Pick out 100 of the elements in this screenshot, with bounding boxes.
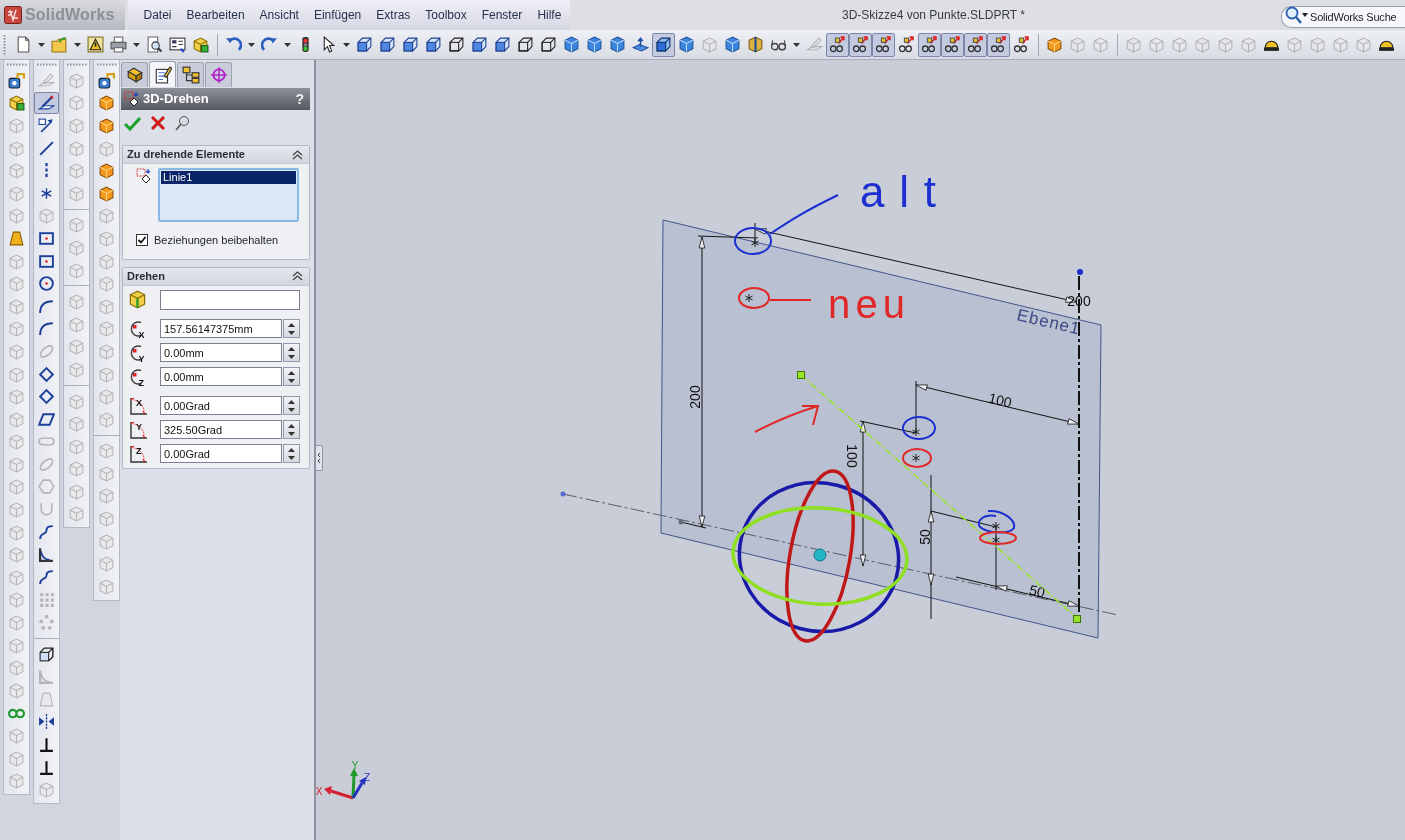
- block-icon: [98, 275, 115, 293]
- glasses-arrow-icon: [852, 36, 869, 53]
- block-icon: [98, 464, 115, 482]
- splitter-handle[interactable]: [316, 445, 323, 471]
- cube-icon: [563, 36, 580, 53]
- circle-icon: [38, 275, 55, 293]
- number-field[interactable]: 157.56147375mm: [160, 319, 282, 338]
- menu-item[interactable]: Hilfe: [529, 3, 569, 27]
- spinner-button[interactable]: [283, 343, 300, 362]
- number-field[interactable]: 325.50Grad: [160, 420, 282, 439]
- block-icon: [8, 275, 25, 293]
- block-icon: [8, 478, 25, 496]
- block-icon: [68, 315, 85, 333]
- handwritten-note: alt: [860, 167, 936, 216]
- spinner-button[interactable]: [283, 367, 300, 386]
- sketch-point-icon: [912, 453, 920, 463]
- block-icon: [98, 442, 115, 460]
- block-icon: [98, 410, 115, 428]
- menu-item[interactable]: Bearbeiten: [179, 3, 253, 27]
- cross-icon[interactable]: [151, 116, 165, 130]
- toolbar-button[interactable]: [941, 32, 964, 57]
- solid-block-icon: [1046, 36, 1063, 53]
- toolbar-button[interactable]: [652, 32, 675, 57]
- block-icon: [68, 392, 85, 410]
- block-icon: [1171, 36, 1188, 53]
- block-icon: [68, 360, 85, 378]
- spinner-button[interactable]: [283, 319, 300, 338]
- menu-item[interactable]: Fenster: [474, 3, 530, 27]
- toolbar-button[interactable]: [826, 32, 849, 57]
- spinner-button[interactable]: [283, 396, 300, 415]
- grip-icon[interactable]: [96, 63, 117, 66]
- panel-tab[interactable]: [177, 62, 204, 87]
- grip-icon[interactable]: [3, 34, 6, 55]
- caret-icon: [793, 42, 800, 47]
- triad-center-icon: [813, 548, 827, 562]
- menu-item[interactable]: Ansicht: [252, 3, 307, 27]
- plane-label: Ebene1: [1015, 305, 1083, 339]
- toolbar-button[interactable]: [918, 32, 941, 57]
- toolbar-button[interactable]: [964, 32, 987, 57]
- block-icon: [8, 636, 25, 654]
- selection-list[interactable]: Linie1: [158, 168, 299, 222]
- number-field[interactable]: 0.00mm: [160, 343, 282, 362]
- block-icon: [68, 505, 85, 523]
- toolbar-button[interactable]: [872, 32, 895, 57]
- document-icon: [15, 36, 32, 53]
- block-icon: [68, 139, 85, 157]
- ink-arrow: [754, 405, 820, 433]
- redo-icon: [261, 36, 278, 53]
- block-icon: [98, 207, 115, 225]
- toolbar-button[interactable]: [987, 32, 1010, 57]
- block-icon: [68, 238, 85, 256]
- search-field[interactable]: SolidWorks Suche: [1281, 6, 1405, 28]
- view-cube-icon: [494, 36, 511, 53]
- grip-icon[interactable]: [36, 63, 57, 66]
- up-down-arrows-icon: [288, 447, 295, 460]
- number-field[interactable]: 0.00Grad: [160, 396, 282, 415]
- spinner-button[interactable]: [283, 420, 300, 439]
- spinner-button[interactable]: [283, 444, 300, 463]
- selection-diamond-icon: [124, 90, 141, 108]
- grip-icon[interactable]: [66, 63, 87, 66]
- wireframe-cube-icon: [540, 36, 557, 53]
- perpendicular-icon: [38, 736, 55, 753]
- panel-tab[interactable]: [149, 61, 176, 87]
- cube-outline-icon: [38, 645, 55, 663]
- block-icon: [68, 162, 85, 180]
- pushpin-icon[interactable]: [175, 115, 190, 131]
- list-item[interactable]: Linie1: [161, 171, 296, 184]
- point-icon: [1077, 269, 1083, 275]
- number-field[interactable]: 0.00mm: [160, 367, 282, 386]
- block-icon: [98, 320, 115, 338]
- panel-tab[interactable]: [121, 62, 148, 87]
- menu-item[interactable]: Toolbox: [417, 3, 475, 27]
- cube-icon: [609, 36, 626, 53]
- toolbar-button[interactable]: [34, 91, 59, 115]
- block-icon: [8, 659, 25, 677]
- checkbox[interactable]: [136, 234, 148, 247]
- collapse-chevron-icon[interactable]: [292, 271, 303, 281]
- collapse-chevron-icon[interactable]: [292, 149, 303, 160]
- check-icon[interactable]: [124, 115, 141, 131]
- block-icon: [98, 365, 115, 383]
- reference-field[interactable]: [160, 289, 300, 310]
- block-icon: [98, 229, 115, 247]
- number-field[interactable]: 0.00Grad: [160, 444, 282, 463]
- block-icon: [68, 415, 85, 433]
- block-icon: [8, 772, 25, 790]
- block-icon: [1092, 36, 1109, 53]
- view-cube-icon: [356, 36, 373, 53]
- menu-item[interactable]: Extras: [368, 3, 418, 27]
- wireframe-cube-icon: [448, 36, 465, 53]
- help-button[interactable]: ?: [295, 92, 304, 106]
- ink-circle: [902, 448, 932, 468]
- toolbar-button[interactable]: [849, 32, 872, 57]
- menu-item[interactable]: Einfügen: [306, 3, 369, 27]
- glasses-arrow-icon: [921, 36, 938, 53]
- grip-icon[interactable]: [6, 63, 27, 66]
- cube-icon: [586, 36, 603, 53]
- up-down-arrows-icon: [288, 370, 295, 383]
- block-icon: [68, 261, 85, 279]
- cube-icon: [128, 290, 147, 309]
- menu-item[interactable]: Datei: [136, 3, 179, 27]
